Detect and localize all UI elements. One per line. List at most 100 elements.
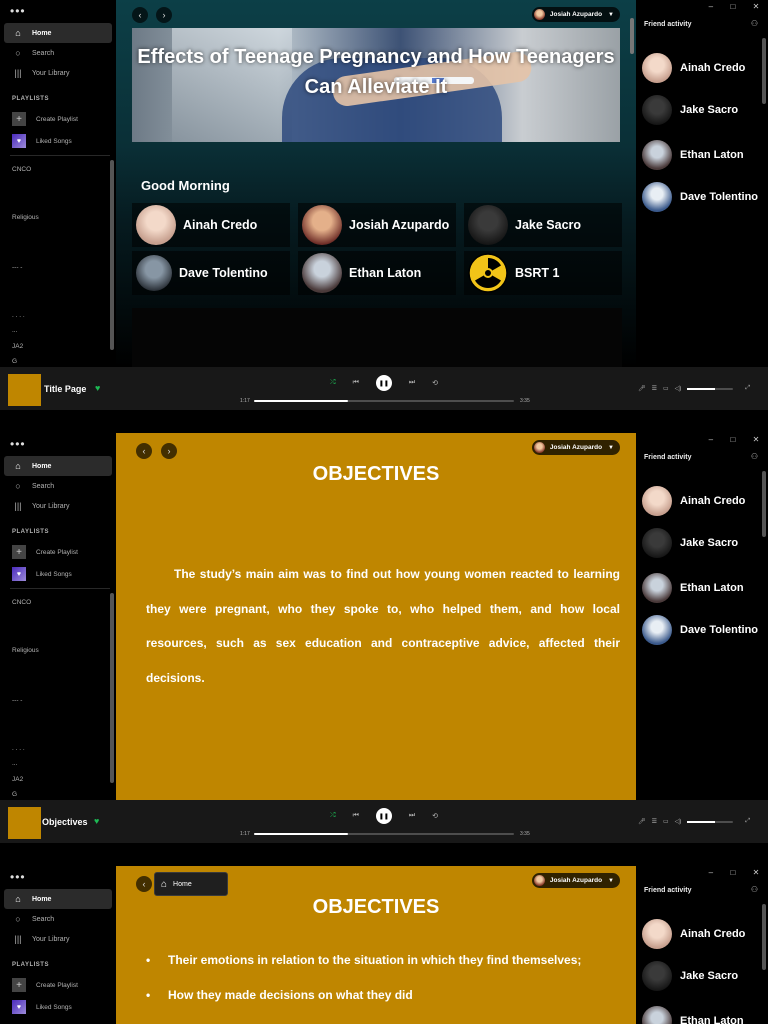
now-playing-title[interactable]: Objectives — [42, 817, 88, 827]
shuffle-icon[interactable]: ⤮ — [330, 812, 336, 820]
playlist-item[interactable]: --- - — [12, 264, 22, 271]
nav-home[interactable]: ⌂ Home — [4, 456, 112, 476]
nav-search[interactable]: ○ Search — [4, 476, 112, 496]
fullscreen-icon[interactable]: ⤢ — [745, 818, 750, 825]
repeat-icon[interactable]: ⟲ — [432, 812, 438, 820]
devices-icon[interactable]: ▭ — [663, 385, 669, 392]
pause-button[interactable]: ❚❚ — [375, 375, 392, 391]
shortcut-card[interactable]: Ainah Credo — [132, 203, 290, 247]
friend-item[interactable]: Jake Sacro — [642, 960, 738, 992]
friends-scrollbar[interactable] — [762, 38, 766, 104]
playlist-item[interactable]: G — [12, 358, 17, 365]
maximize-icon[interactable]: □ — [730, 435, 735, 444]
shortcut-card[interactable]: Jake Sacro — [464, 203, 622, 247]
minimize-icon[interactable]: – — [709, 435, 713, 444]
sidebar-scrollbar[interactable] — [110, 593, 114, 783]
nav-library[interactable]: ||| Your Library — [4, 496, 112, 516]
next-icon[interactable]: ⏭ — [409, 379, 415, 387]
friends-scrollbar[interactable] — [762, 904, 766, 970]
friends-scrollbar[interactable] — [762, 471, 766, 537]
liked-songs-button[interactable]: ♥ Liked Songs — [12, 134, 72, 148]
friend-item[interactable]: Ainah Credo — [642, 918, 745, 950]
shortcut-card[interactable]: Dave Tolentino — [132, 251, 290, 295]
playlist-item[interactable]: CNCO — [12, 599, 31, 606]
forward-arrow-icon[interactable]: › — [156, 7, 172, 23]
friend-item[interactable]: Ainah Credo — [642, 52, 745, 84]
playlist-item[interactable]: Religious — [12, 214, 39, 221]
user-menu-button[interactable]: Josiah Azupardo ▼ — [531, 440, 620, 455]
heart-icon[interactable]: ♥ — [94, 816, 99, 826]
volume-slider[interactable] — [687, 387, 734, 390]
shuffle-icon[interactable]: ⤮ — [330, 379, 336, 387]
devices-icon[interactable]: ▭ — [663, 818, 669, 825]
user-menu-button[interactable]: Josiah Azupardo ▼ — [531, 873, 620, 888]
main-scrollbar[interactable] — [630, 18, 634, 54]
back-arrow-icon[interactable]: ‹ — [136, 443, 152, 459]
next-icon[interactable]: ⏭ — [409, 812, 415, 820]
liked-songs-button[interactable]: ♥ Liked Songs — [12, 1000, 72, 1014]
friend-item[interactable]: Dave Tolentino — [642, 181, 758, 213]
sidebar-scrollbar[interactable] — [110, 160, 114, 350]
now-playing-cover[interactable] — [8, 374, 41, 406]
playlist-item[interactable]: ... — [12, 327, 17, 334]
previous-icon[interactable]: ⏮ — [353, 379, 359, 387]
shortcut-card[interactable]: BSRT 1 — [464, 251, 622, 295]
heart-icon[interactable]: ♥ — [95, 383, 100, 393]
title-banner[interactable]: Effects of Teenage Pregnancy and How Tee… — [132, 28, 620, 142]
minimize-icon[interactable]: – — [709, 2, 713, 11]
playlist-item[interactable]: . . . . — [12, 312, 25, 319]
back-arrow-icon[interactable]: ‹ — [136, 876, 152, 892]
add-friend-icon[interactable]: ⚇ — [751, 19, 758, 28]
queue-icon[interactable]: ☰ — [652, 818, 657, 825]
playlist-item[interactable]: . . . . — [12, 745, 25, 752]
playlist-item[interactable]: JA2 — [12, 776, 23, 783]
forward-arrow-icon[interactable]: › — [161, 443, 177, 459]
playlist-item[interactable]: CNCO — [12, 166, 31, 173]
back-arrow-icon[interactable]: ‹ — [132, 7, 148, 23]
nav-search[interactable]: ○ Search — [4, 43, 112, 63]
create-playlist-button[interactable]: + Create Playlist — [12, 978, 78, 992]
now-playing-title[interactable]: Title Page — [44, 384, 86, 394]
friend-item[interactable]: Dave Tolentino — [642, 614, 758, 646]
previous-icon[interactable]: ⏮ — [353, 812, 359, 820]
volume-icon[interactable]: ◁) — [675, 818, 682, 825]
playlist-item[interactable]: Religious — [12, 647, 39, 654]
playlist-item[interactable]: JA2 — [12, 343, 23, 350]
progress-bar[interactable] — [254, 400, 514, 402]
menu-dots-icon[interactable]: ••• — [10, 4, 26, 18]
playlist-item[interactable]: G — [12, 791, 17, 798]
fullscreen-icon[interactable]: ⤢ — [745, 385, 750, 392]
maximize-icon[interactable]: □ — [730, 868, 735, 877]
menu-dots-icon[interactable]: ••• — [10, 437, 26, 451]
minimize-icon[interactable]: – — [709, 868, 713, 877]
add-friend-icon[interactable]: ⚇ — [751, 885, 758, 894]
nav-library[interactable]: ||| Your Library — [4, 63, 112, 83]
nav-search[interactable]: ○ Search — [4, 909, 112, 929]
lyrics-icon[interactable]: 🎤︎ — [638, 818, 646, 825]
liked-songs-button[interactable]: ♥ Liked Songs — [12, 567, 72, 581]
create-playlist-button[interactable]: + Create Playlist — [12, 545, 78, 559]
add-friend-icon[interactable]: ⚇ — [751, 452, 758, 461]
progress-bar[interactable] — [254, 833, 514, 835]
friend-item[interactable]: Ethan Laton — [642, 139, 744, 171]
close-icon[interactable]: ✕ — [753, 2, 760, 11]
nav-home[interactable]: ⌂ Home — [4, 889, 112, 909]
queue-icon[interactable]: ☰ — [652, 385, 657, 392]
lyrics-icon[interactable]: 🎤︎ — [638, 385, 646, 392]
repeat-icon[interactable]: ⟲ — [432, 379, 438, 387]
close-icon[interactable]: ✕ — [753, 435, 760, 444]
nav-home[interactable]: ⌂ Home — [4, 23, 112, 43]
shortcut-card[interactable]: Ethan Laton — [298, 251, 456, 295]
menu-dots-icon[interactable]: ••• — [10, 870, 26, 884]
create-playlist-button[interactable]: + Create Playlist — [12, 112, 78, 126]
nav-library[interactable]: ||| Your Library — [4, 929, 112, 949]
friend-item[interactable]: Ethan Laton — [642, 1005, 744, 1024]
maximize-icon[interactable]: □ — [730, 2, 735, 11]
friend-item[interactable]: Ainah Credo — [642, 485, 745, 517]
playlist-item[interactable]: ... — [12, 760, 17, 767]
friend-item[interactable]: Jake Sacro — [642, 94, 738, 126]
shortcut-card[interactable]: Josiah Azupardo — [298, 203, 456, 247]
user-menu-button[interactable]: Josiah Azupardo ▼ — [531, 7, 620, 22]
volume-icon[interactable]: ◁) — [675, 385, 682, 392]
pause-button[interactable]: ❚❚ — [375, 808, 392, 824]
